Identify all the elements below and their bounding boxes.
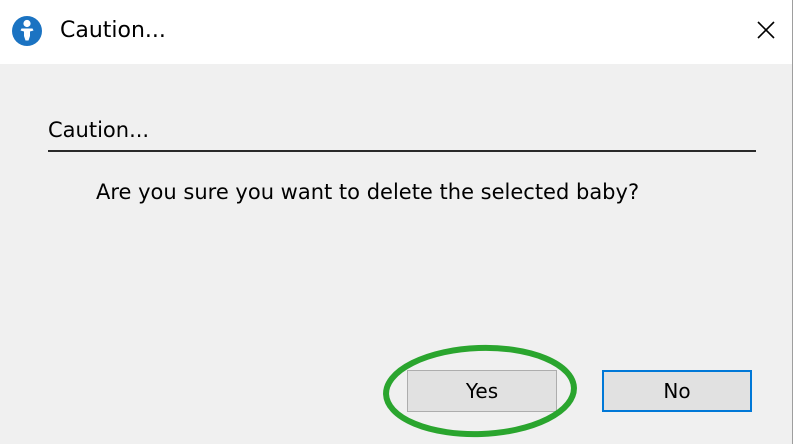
title-bar: Caution... <box>0 0 792 64</box>
caution-dialog: Caution... Caution... Are you sure you w… <box>0 0 793 444</box>
close-button[interactable] <box>740 0 792 64</box>
heading-divider <box>48 150 756 152</box>
no-button[interactable]: No <box>602 370 752 412</box>
yes-button[interactable]: Yes <box>407 370 557 412</box>
window-title: Caution... <box>60 18 166 43</box>
confirmation-message: Are you sure you want to delete the sele… <box>96 180 640 204</box>
baby-icon <box>12 16 42 46</box>
close-icon <box>756 20 776 44</box>
section-heading: Caution... <box>48 118 150 142</box>
